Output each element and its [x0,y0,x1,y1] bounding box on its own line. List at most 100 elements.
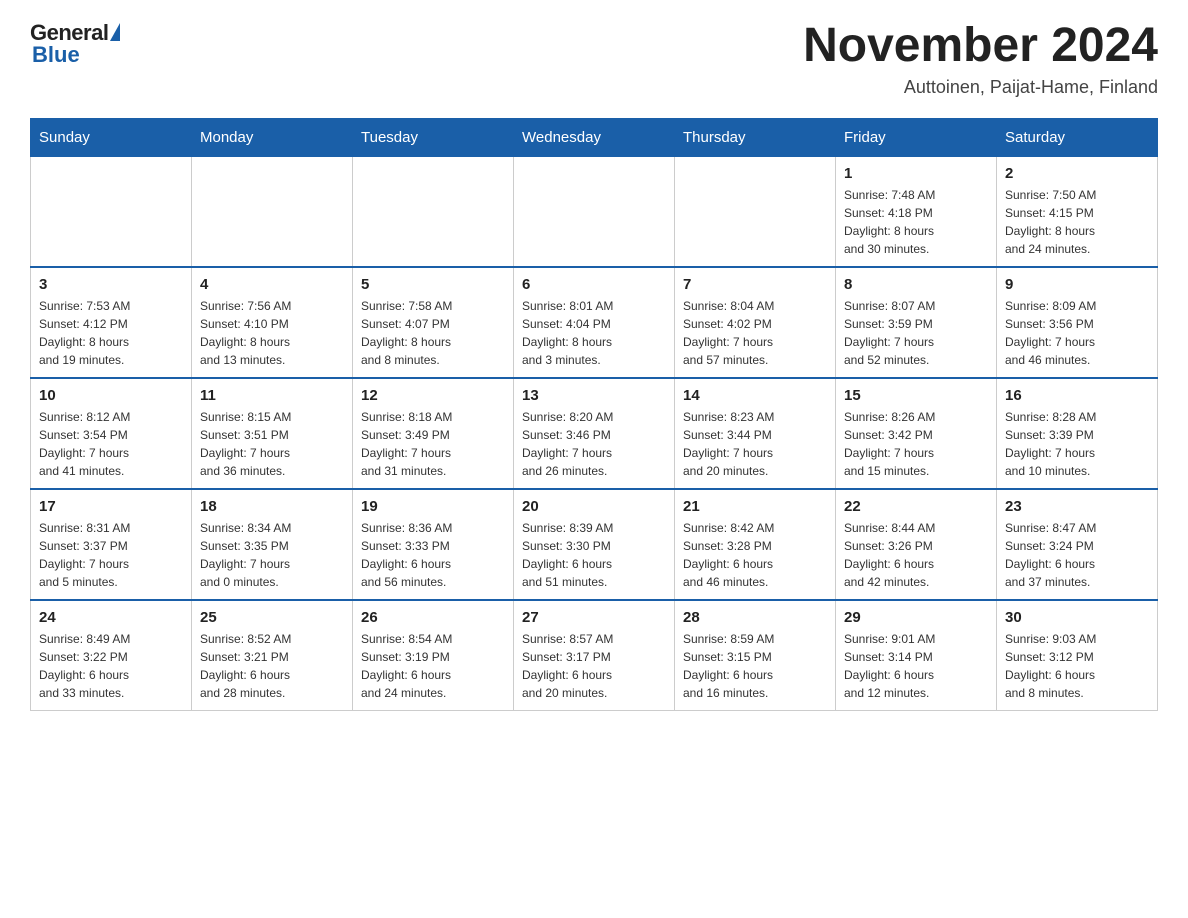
calendar-cell: 25 Sunrise: 8:52 AM Sunset: 3:21 PM Dayli… [192,600,353,711]
day-number: 15 [844,387,988,404]
day-info: Sunrise: 8:18 AM Sunset: 3:49 PM Dayligh… [361,408,505,480]
calendar-cell: 30 Sunrise: 9:03 AM Sunset: 3:12 PM Dayli… [997,600,1158,711]
day-number: 12 [361,387,505,404]
day-number: 19 [361,498,505,515]
location-subtitle: Auttoinen, Paijat-Hame, Finland [803,77,1158,98]
day-info: Sunrise: 8:04 AM Sunset: 4:02 PM Dayligh… [683,297,827,369]
month-title: November 2024 [803,20,1158,73]
day-number: 3 [39,276,183,293]
calendar-week-2: 3 Sunrise: 7:53 AM Sunset: 4:12 PM Daylig… [31,267,1158,378]
logo: General Blue [30,20,120,68]
day-number: 17 [39,498,183,515]
day-info: Sunrise: 8:39 AM Sunset: 3:30 PM Dayligh… [522,519,666,591]
calendar-cell: 6Sunrise: 8:01 AM Sunset: 4:04 PM Daylig… [514,267,675,378]
calendar-cell: 22 Sunrise: 8:44 AM Sunset: 3:26 PM Dayli… [836,489,997,600]
weekday-header-row: SundayMondayTuesdayWednesdayThursdayFrid… [31,118,1158,156]
weekday-header-wednesday: Wednesday [514,118,675,156]
day-number: 27 [522,609,666,626]
calendar-cell: 12 Sunrise: 8:18 AM Sunset: 3:49 PM Dayli… [353,378,514,489]
calendar-cell: 5 Sunrise: 7:58 AM Sunset: 4:07 PM Daylig… [353,267,514,378]
day-info: Sunrise: 8:07 AM Sunset: 3:59 PM Dayligh… [844,297,988,369]
day-info: Sunrise: 8:09 AM Sunset: 3:56 PM Dayligh… [1005,297,1149,369]
day-number: 1 [844,165,988,182]
calendar-cell: 17Sunrise: 8:31 AM Sunset: 3:37 PM Dayli… [31,489,192,600]
day-info: Sunrise: 8:34 AM Sunset: 3:35 PM Dayligh… [200,519,344,591]
day-number: 18 [200,498,344,515]
day-info: Sunrise: 8:47 AM Sunset: 3:24 PM Dayligh… [1005,519,1149,591]
calendar-cell: 21Sunrise: 8:42 AM Sunset: 3:28 PM Dayli… [675,489,836,600]
day-number: 26 [361,609,505,626]
day-info: Sunrise: 8:23 AM Sunset: 3:44 PM Dayligh… [683,408,827,480]
calendar-table: SundayMondayTuesdayWednesdayThursdayFrid… [30,118,1158,711]
weekday-header-thursday: Thursday [675,118,836,156]
day-info: Sunrise: 8:49 AM Sunset: 3:22 PM Dayligh… [39,630,183,702]
calendar-cell: 2Sunrise: 7:50 AM Sunset: 4:15 PM Daylig… [997,156,1158,267]
calendar-cell: 20 Sunrise: 8:39 AM Sunset: 3:30 PM Dayli… [514,489,675,600]
day-info: Sunrise: 8:36 AM Sunset: 3:33 PM Dayligh… [361,519,505,591]
calendar-cell: 29 Sunrise: 9:01 AM Sunset: 3:14 PM Dayli… [836,600,997,711]
weekday-header-saturday: Saturday [997,118,1158,156]
day-number: 20 [522,498,666,515]
day-info: Sunrise: 8:01 AM Sunset: 4:04 PM Dayligh… [522,297,666,369]
day-number: 16 [1005,387,1149,404]
day-number: 13 [522,387,666,404]
calendar-cell: 19 Sunrise: 8:36 AM Sunset: 3:33 PM Dayli… [353,489,514,600]
day-number: 11 [200,387,344,404]
weekday-header-monday: Monday [192,118,353,156]
calendar-cell [31,156,192,267]
day-info: Sunrise: 8:44 AM Sunset: 3:26 PM Dayligh… [844,519,988,591]
calendar-week-4: 17Sunrise: 8:31 AM Sunset: 3:37 PM Dayli… [31,489,1158,600]
calendar-cell: 1 Sunrise: 7:48 AM Sunset: 4:18 PM Daylig… [836,156,997,267]
day-info: Sunrise: 9:03 AM Sunset: 3:12 PM Dayligh… [1005,630,1149,702]
calendar-cell: 24 Sunrise: 8:49 AM Sunset: 3:22 PM Dayli… [31,600,192,711]
day-number: 5 [361,276,505,293]
calendar-week-5: 24 Sunrise: 8:49 AM Sunset: 3:22 PM Dayli… [31,600,1158,711]
day-number: 2 [1005,165,1149,182]
calendar-cell [353,156,514,267]
calendar-cell: 26 Sunrise: 8:54 AM Sunset: 3:19 PM Dayli… [353,600,514,711]
calendar-cell: 11 Sunrise: 8:15 AM Sunset: 3:51 PM Dayli… [192,378,353,489]
day-info: Sunrise: 7:48 AM Sunset: 4:18 PM Dayligh… [844,186,988,258]
day-info: Sunrise: 7:53 AM Sunset: 4:12 PM Dayligh… [39,297,183,369]
day-number: 25 [200,609,344,626]
day-number: 30 [1005,609,1149,626]
day-number: 28 [683,609,827,626]
day-info: Sunrise: 8:59 AM Sunset: 3:15 PM Dayligh… [683,630,827,702]
day-info: Sunrise: 8:54 AM Sunset: 3:19 PM Dayligh… [361,630,505,702]
day-number: 22 [844,498,988,515]
calendar-cell: 14 Sunrise: 8:23 AM Sunset: 3:44 PM Dayli… [675,378,836,489]
weekday-header-friday: Friday [836,118,997,156]
calendar-cell: 27 Sunrise: 8:57 AM Sunset: 3:17 PM Dayli… [514,600,675,711]
calendar-cell [192,156,353,267]
logo-triangle-icon [110,23,120,41]
day-info: Sunrise: 8:15 AM Sunset: 3:51 PM Dayligh… [200,408,344,480]
calendar-cell: 9 Sunrise: 8:09 AM Sunset: 3:56 PM Daylig… [997,267,1158,378]
day-number: 9 [1005,276,1149,293]
calendar-cell: 23Sunrise: 8:47 AM Sunset: 3:24 PM Dayli… [997,489,1158,600]
calendar-cell: 16Sunrise: 8:28 AM Sunset: 3:39 PM Dayli… [997,378,1158,489]
day-number: 10 [39,387,183,404]
calendar-week-1: 1 Sunrise: 7:48 AM Sunset: 4:18 PM Daylig… [31,156,1158,267]
title-block: November 2024 Auttoinen, Paijat-Hame, Fi… [803,20,1158,98]
calendar-week-3: 10Sunrise: 8:12 AM Sunset: 3:54 PM Dayli… [31,378,1158,489]
weekday-header-sunday: Sunday [31,118,192,156]
logo-blue-text: Blue [32,42,80,68]
calendar-cell: 15Sunrise: 8:26 AM Sunset: 3:42 PM Dayli… [836,378,997,489]
calendar-cell: 10Sunrise: 8:12 AM Sunset: 3:54 PM Dayli… [31,378,192,489]
day-number: 24 [39,609,183,626]
calendar-cell: 28 Sunrise: 8:59 AM Sunset: 3:15 PM Dayli… [675,600,836,711]
calendar-cell: 4Sunrise: 7:56 AM Sunset: 4:10 PM Daylig… [192,267,353,378]
day-info: Sunrise: 7:56 AM Sunset: 4:10 PM Dayligh… [200,297,344,369]
day-info: Sunrise: 8:52 AM Sunset: 3:21 PM Dayligh… [200,630,344,702]
day-info: Sunrise: 8:42 AM Sunset: 3:28 PM Dayligh… [683,519,827,591]
day-number: 29 [844,609,988,626]
calendar-cell: 18 Sunrise: 8:34 AM Sunset: 3:35 PM Dayli… [192,489,353,600]
calendar-cell: 3 Sunrise: 7:53 AM Sunset: 4:12 PM Daylig… [31,267,192,378]
day-info: Sunrise: 9:01 AM Sunset: 3:14 PM Dayligh… [844,630,988,702]
day-info: Sunrise: 8:57 AM Sunset: 3:17 PM Dayligh… [522,630,666,702]
calendar-cell [514,156,675,267]
day-info: Sunrise: 7:58 AM Sunset: 4:07 PM Dayligh… [361,297,505,369]
calendar-cell: 7 Sunrise: 8:04 AM Sunset: 4:02 PM Daylig… [675,267,836,378]
day-number: 14 [683,387,827,404]
day-number: 7 [683,276,827,293]
